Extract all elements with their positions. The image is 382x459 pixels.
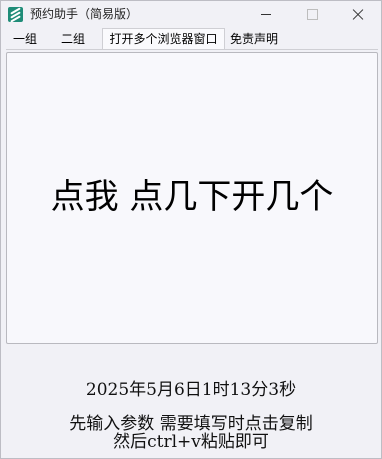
tab-disclaimer[interactable]: 免责声明 xyxy=(225,30,283,48)
maximize-button[interactable] xyxy=(289,1,335,28)
minimize-button[interactable] xyxy=(243,1,289,28)
app-logo-icon xyxy=(8,7,23,22)
open-browsers-button[interactable]: 点我 点几下开几个 xyxy=(6,52,378,344)
hint-line-1: 先输入参数 需要填写时点击复制 xyxy=(69,414,313,434)
app-window: 预约助手（简易版） 一组 二组 打开多个浏览器窗口 免责声明 点我 点几下开几个… xyxy=(0,0,382,459)
title-bar[interactable]: 预约助手（简易版） xyxy=(1,1,381,28)
tab-open-browsers[interactable]: 打开多个浏览器窗口 xyxy=(102,28,225,49)
hint-line-2: 然后ctrl+v粘贴即可 xyxy=(113,432,269,452)
datetime-label: 2025年5月6日1时13分3秒 xyxy=(85,380,297,400)
close-button[interactable] xyxy=(335,1,381,28)
tab-group-2[interactable]: 二组 xyxy=(54,30,92,48)
tab-bar: 一组 二组 打开多个浏览器窗口 免责声明 xyxy=(6,28,378,50)
window-title: 预约助手（简易版） xyxy=(30,7,139,21)
tab-group-1[interactable]: 一组 xyxy=(6,30,44,48)
open-browsers-button-label: 点我 点几下开几个 xyxy=(50,177,334,217)
